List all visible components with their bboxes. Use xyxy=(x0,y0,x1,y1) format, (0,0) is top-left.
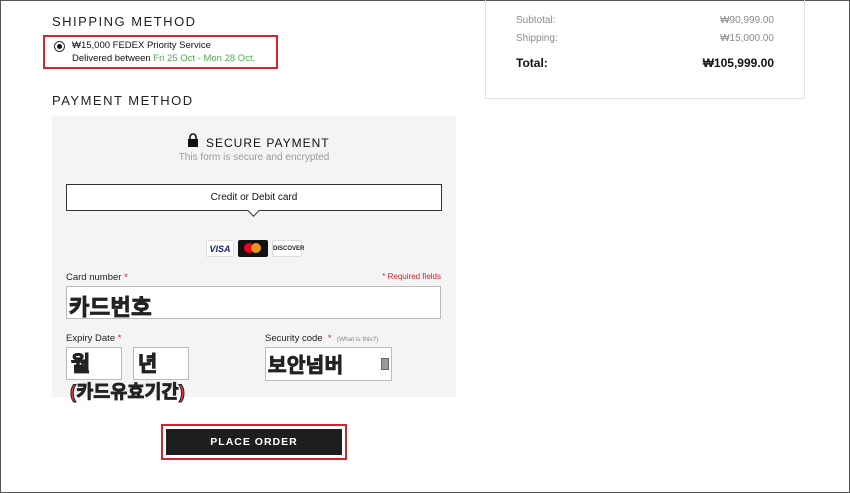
security-code-input[interactable]: 보안넘버 xyxy=(265,347,392,381)
subtotal-value: ₩90,999.00 xyxy=(720,15,774,26)
card-number-annotation: 카드번호 xyxy=(69,295,152,321)
place-order-highlight: PLACE ORDER xyxy=(161,424,347,460)
total-label: Total: xyxy=(516,56,548,70)
expiry-note-annotation: (카드유효기간) xyxy=(69,382,186,403)
shipping-delivery-window: Delivered between Fri 25 Oct - Mon 28 Oc… xyxy=(72,53,255,64)
expiry-year-annotation: 년 xyxy=(138,353,158,377)
subtotal-label: Subtotal: xyxy=(516,15,556,26)
delivered-between-text: Delivered between xyxy=(72,53,154,64)
discover-logo: DISCOVER xyxy=(272,240,304,257)
shipping-label: Shipping: xyxy=(516,33,558,44)
payment-method-title: PAYMENT METHOD xyxy=(52,93,194,108)
shipping-value: ₩15,000.00 xyxy=(720,33,774,44)
place-order-button[interactable]: PLACE ORDER xyxy=(166,429,342,455)
secure-payment-title: SECURE PAYMENT xyxy=(206,136,330,150)
expiry-month-input[interactable]: 월 xyxy=(66,347,122,380)
security-code-annotation: 보안넘버 xyxy=(268,355,344,378)
expiry-month-annotation: 월 xyxy=(71,353,91,377)
shipping-option[interactable]: ₩15,000 FEDEX Priority Service Delivered… xyxy=(43,35,278,69)
cvv-card-icon xyxy=(381,358,389,370)
total-row: Total: ₩105,999.00 xyxy=(516,56,774,70)
shipping-method-title: SHIPPING METHOD xyxy=(52,14,197,29)
required-fields-note: * Required fields xyxy=(382,272,441,281)
payment-panel: SECURE PAYMENT This form is secure and e… xyxy=(52,116,456,403)
shipping-radio[interactable] xyxy=(54,41,65,52)
secure-payment-subtitle: This form is secure and encrypted xyxy=(178,152,330,163)
shipping-option-label: ₩15,000 FEDEX Priority Service xyxy=(72,40,211,51)
subtotal-row: Subtotal: ₩90,999.00 xyxy=(516,15,774,26)
credit-debit-card-tab[interactable]: Credit or Debit card xyxy=(66,184,442,211)
card-number-input[interactable]: 카드번호 xyxy=(66,286,441,321)
visa-logo: VISA xyxy=(206,240,234,257)
lock-icon xyxy=(188,133,198,147)
expiry-year-input[interactable]: 년 xyxy=(133,347,189,380)
total-value: ₩105,999.00 xyxy=(702,56,774,70)
shipping-row: Shipping: ₩15,000.00 xyxy=(516,33,774,44)
mastercard-logo xyxy=(238,240,268,257)
expiry-date-label: Expiry Date * xyxy=(66,333,122,344)
card-number-label: Card number * xyxy=(66,272,128,283)
what-is-this-link[interactable]: (What is this?) xyxy=(337,336,379,343)
security-code-label: Security code * (What is this?) xyxy=(265,333,379,344)
order-summary: Subtotal: ₩90,999.00 Shipping: ₩15,000.0… xyxy=(485,0,805,99)
delivery-dates: Fri 25 Oct - Mon 28 Oct. xyxy=(153,53,256,64)
